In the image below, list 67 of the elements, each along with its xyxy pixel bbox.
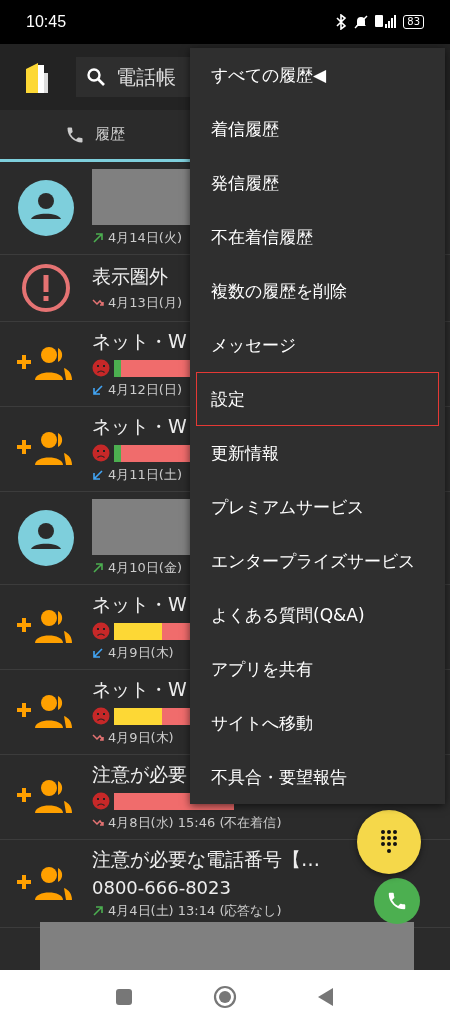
warning-icon: [21, 263, 71, 313]
status-time: 10:45: [26, 13, 67, 31]
call-date: 4月10日(金): [108, 559, 182, 577]
add-contact-icon[interactable]: [17, 346, 75, 382]
incoming-arrow-icon: [92, 647, 104, 659]
caller-name: ネット・W: [92, 677, 187, 702]
battery-level: 83: [403, 15, 424, 29]
menu-item[interactable]: プレミアムサービス: [196, 480, 439, 534]
call-date: 4月11日(土): [108, 466, 182, 484]
bluetooth-icon: [335, 14, 348, 30]
phone-icon: [386, 890, 408, 912]
outgoing-arrow-icon: [92, 232, 104, 244]
muted-bell-icon: [353, 14, 370, 30]
sad-face-icon: [92, 444, 110, 462]
caller-name: 注意が必要: [92, 762, 187, 787]
menu-item[interactable]: 着信履歴: [196, 102, 439, 156]
outgoing-arrow-icon: [92, 905, 104, 917]
search-icon: [86, 67, 106, 87]
menu-item[interactable]: メッセージ: [196, 318, 439, 372]
back-icon[interactable]: [317, 987, 335, 1007]
sad-face-icon: [92, 707, 110, 725]
menu-item[interactable]: 発信履歴: [196, 156, 439, 210]
person-avatar-icon: [18, 510, 74, 566]
missed-call-icon: [92, 817, 104, 829]
menu-item[interactable]: 不具合・要望報告: [196, 750, 439, 804]
incoming-arrow-icon: [92, 384, 104, 396]
call-date: 4月8日(水) 15:46 (不在着信): [108, 814, 282, 832]
menu-item[interactable]: 設定: [196, 372, 439, 426]
menu-item[interactable]: アプリを共有: [196, 642, 439, 696]
dialpad-icon: [379, 829, 399, 855]
caller-name: 表示圏外: [92, 264, 168, 289]
menu-item[interactable]: 更新情報: [196, 426, 439, 480]
recents-icon[interactable]: [115, 988, 133, 1006]
menu-item[interactable]: エンタープライズサービス: [196, 534, 439, 588]
call-date: 4月12日(日): [108, 381, 182, 399]
person-avatar-icon: [18, 180, 74, 236]
caller-name: ネット・W: [92, 329, 187, 354]
add-contact-icon[interactable]: [17, 431, 75, 467]
missed-call-icon: [92, 732, 104, 744]
add-contact-icon[interactable]: [17, 865, 75, 902]
sad-face-icon: [92, 792, 110, 810]
call-date: 4月9日(木): [108, 644, 174, 662]
call-date: 4月13日(月): [108, 294, 182, 312]
menu-item[interactable]: よくある質問(Q&A): [196, 588, 439, 642]
dialpad-button[interactable]: [357, 810, 421, 874]
call-button[interactable]: [374, 878, 420, 924]
caller-name: ネット・W: [92, 414, 187, 439]
add-contact-icon[interactable]: [17, 779, 75, 815]
signal-icon: [375, 15, 398, 29]
menu-item[interactable]: 複数の履歴を削除: [196, 264, 439, 318]
call-date: 4月9日(木): [108, 729, 174, 747]
caller-name: ネット・W: [92, 592, 187, 617]
caller-name: 注意が必要な電話番号【…: [92, 847, 320, 872]
home-icon[interactable]: [213, 985, 237, 1009]
add-contact-icon[interactable]: [17, 694, 75, 730]
menu-item[interactable]: 不在着信履歴: [196, 210, 439, 264]
outgoing-arrow-icon: [92, 562, 104, 574]
phone-number: 0800-666-8023: [92, 877, 231, 898]
app-logo-icon[interactable]: [24, 61, 50, 93]
call-date: 4月4日(土) 13:14 (応答なし): [108, 902, 282, 920]
missed-call-icon: [92, 297, 104, 309]
sad-face-icon: [92, 622, 110, 640]
call-date: 4月14日(火): [108, 229, 182, 247]
sad-face-icon: [92, 359, 110, 377]
incoming-arrow-icon: [92, 469, 104, 481]
add-contact-icon[interactable]: [17, 609, 75, 645]
menu-item[interactable]: サイトへ移動: [196, 696, 439, 750]
